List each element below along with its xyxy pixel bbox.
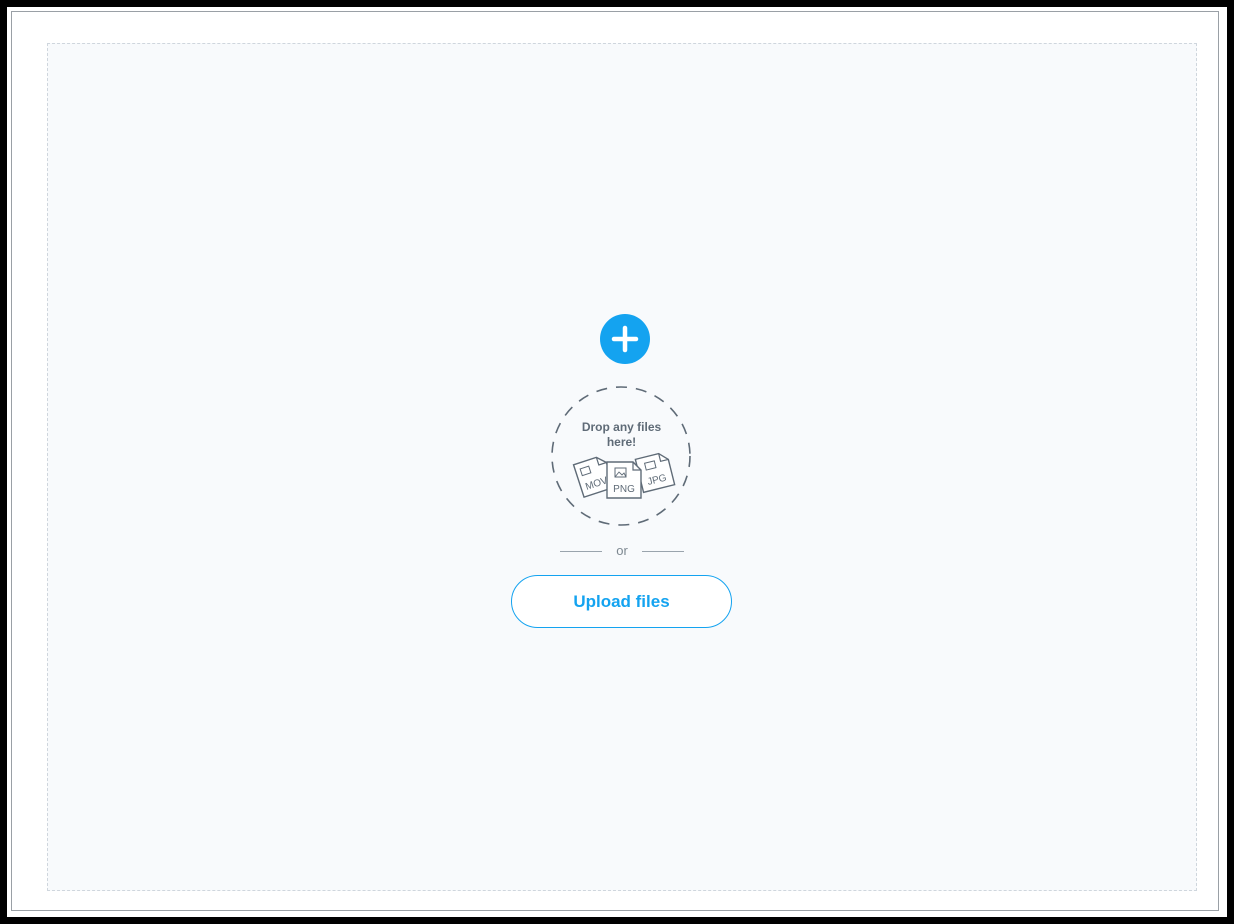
or-divider: or [560,542,684,560]
divider-line-right [642,551,684,552]
png-label: PNG [613,484,635,495]
page-frame: MOV JPG PNG Drop any files here! or Uplo… [11,11,1219,911]
app-window: MOV JPG PNG Drop any files here! or Uplo… [7,7,1227,917]
add-files-button[interactable] [600,314,650,364]
drop-text-line-2: here! [606,435,637,449]
drop-files-text: Drop any files here! [549,420,694,450]
plus-icon [611,325,639,353]
drop-text-line-1: Drop any files [581,420,662,434]
file-dropzone[interactable]: MOV JPG PNG Drop any files here! or Uplo… [47,43,1197,891]
dashed-circle-icon: MOV JPG PNG [551,386,691,526]
upload-files-button[interactable]: Upload files [511,575,732,628]
png-file-icon: PNG [606,461,642,499]
drop-area-illustration: MOV JPG PNG Drop any files here! [549,384,694,529]
